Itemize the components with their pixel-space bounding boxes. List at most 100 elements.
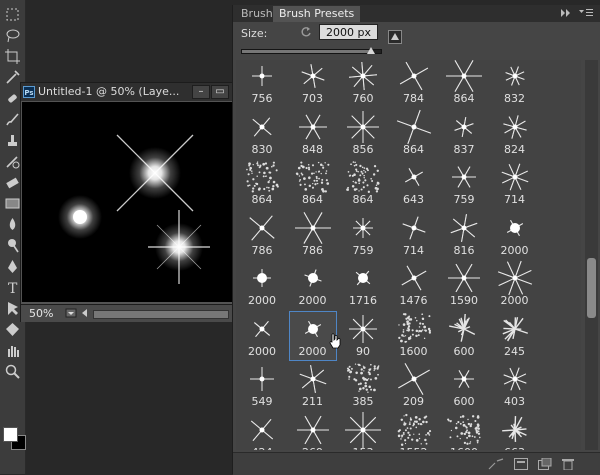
hand-tool-icon[interactable]: [4, 342, 21, 359]
toggle-brush-panel-icon[interactable]: [488, 458, 504, 470]
brush-preset[interactable]: 600: [440, 311, 488, 361]
brush-preset[interactable]: 832: [491, 60, 539, 108]
brush-preset[interactable]: 385: [339, 361, 387, 411]
brush-size-label: 1716: [339, 294, 387, 307]
brush-preset[interactable]: 2000: [238, 311, 286, 361]
eraser-tool-icon[interactable]: [4, 174, 21, 191]
brush-preset[interactable]: 830: [238, 109, 286, 159]
brush-preset[interactable]: 703: [289, 60, 337, 108]
brush-tool-icon[interactable]: [4, 111, 21, 128]
marquee-tool-icon[interactable]: [4, 6, 21, 23]
brush-preset[interactable]: 2000: [289, 260, 337, 310]
gradient-tool-icon[interactable]: [4, 195, 21, 212]
brush-preset[interactable]: 759: [440, 159, 488, 209]
blur-tool-icon[interactable]: [4, 216, 21, 233]
brush-preset[interactable]: 756: [238, 60, 286, 108]
brush-preset[interactable]: 856: [339, 109, 387, 159]
brush-preset[interactable]: 209: [390, 361, 438, 411]
brush-preset[interactable]: 864: [238, 159, 286, 209]
document-title-bar[interactable]: Ps Untitled-1 @ 50% (Laye... – ▭: [21, 83, 234, 101]
brush-preset[interactable]: 1716: [339, 260, 387, 310]
brush-preset[interactable]: 1476: [390, 260, 438, 310]
brush-preset[interactable]: 714: [491, 159, 539, 209]
tab-brush-presets[interactable]: Brush Presets: [273, 6, 360, 22]
brush-preset[interactable]: 2000: [238, 260, 286, 310]
brush-size-label: 856: [339, 143, 387, 156]
dodge-tool-icon[interactable]: [4, 237, 21, 254]
brush-size-label: 848: [289, 143, 337, 156]
brush-panel-icon[interactable]: [514, 458, 528, 470]
brush-preset[interactable]: 864: [289, 159, 337, 209]
brush-preset[interactable]: 786: [238, 210, 286, 260]
size-slider-thumb[interactable]: [367, 47, 375, 54]
brush-size-label: 703: [289, 92, 337, 105]
lasso-tool-icon[interactable]: [4, 27, 21, 44]
brush-preset[interactable]: 643: [390, 159, 438, 209]
delete-preset-icon[interactable]: [562, 458, 574, 470]
reset-size-icon[interactable]: [300, 26, 312, 38]
new-preset-icon[interactable]: [538, 458, 552, 470]
brush-preset[interactable]: 153: [339, 412, 387, 451]
scroll-left-icon[interactable]: [81, 309, 89, 317]
size-slider[interactable]: [241, 49, 382, 54]
brush-preset[interactable]: 600: [440, 361, 488, 411]
brush-preset[interactable]: 211: [289, 361, 337, 411]
panel-menu-icon[interactable]: [579, 8, 593, 18]
brush-preset[interactable]: 760: [339, 60, 387, 108]
restore-button[interactable]: ▭: [211, 85, 229, 99]
collapse-panel-icon[interactable]: [561, 9, 571, 17]
history-brush-icon[interactable]: [4, 153, 21, 170]
brush-tip-preview: [440, 210, 488, 246]
brush-preset[interactable]: 759: [339, 210, 387, 260]
brush-preset[interactable]: 864: [440, 60, 488, 108]
shape-tool-icon[interactable]: [4, 321, 21, 338]
brush-preset[interactable]: 824: [491, 109, 539, 159]
brush-preset[interactable]: 864: [390, 109, 438, 159]
brush-preview-toggle-icon[interactable]: [388, 30, 402, 44]
brush-preset[interactable]: 245: [491, 311, 539, 361]
brush-preset[interactable]: 714: [390, 210, 438, 260]
brush-preset[interactable]: 837: [440, 109, 488, 159]
brush-preset[interactable]: 786: [289, 210, 337, 260]
minimize-button[interactable]: –: [192, 85, 210, 99]
clone-stamp-icon[interactable]: [4, 132, 21, 149]
brush-preset[interactable]: 1552: [390, 412, 438, 451]
type-tool-icon[interactable]: T: [4, 279, 21, 296]
brush-tip-preview: [491, 361, 539, 397]
brush-preset[interactable]: 424: [238, 412, 286, 451]
healing-brush-icon[interactable]: [4, 90, 21, 107]
preset-scroll-thumb[interactable]: [587, 258, 596, 318]
zoom-level[interactable]: 50%: [29, 307, 53, 320]
size-input[interactable]: [319, 24, 378, 40]
eyedropper-tool-icon[interactable]: [4, 69, 21, 86]
brush-preset[interactable]: 784: [390, 60, 438, 108]
document-title: Untitled-1 @ 50% (Laye...: [38, 85, 179, 98]
brush-preset[interactable]: 816: [440, 210, 488, 260]
brush-preset[interactable]: 403: [491, 361, 539, 411]
status-menu-icon[interactable]: [65, 308, 77, 318]
brush-size-label: 211: [289, 395, 337, 408]
brush-preset[interactable]: 269: [289, 412, 337, 451]
pen-tool-icon[interactable]: [4, 258, 21, 275]
brush-preset[interactable]: 90: [339, 311, 387, 361]
brush-tip-preview: [339, 412, 387, 448]
brush-preset[interactable]: 1600: [390, 311, 438, 361]
brush-preset[interactable]: 663: [491, 412, 539, 451]
brush-size-label: 209: [390, 395, 438, 408]
brush-preset[interactable]: 1590: [440, 260, 488, 310]
foreground-color-swatch[interactable]: [3, 427, 18, 442]
preset-scrollbar[interactable]: [585, 60, 598, 450]
brush-preset[interactable]: 848: [289, 109, 337, 159]
brush-preset[interactable]: 549: [238, 361, 286, 411]
path-selection-icon[interactable]: [4, 300, 21, 317]
brush-preset[interactable]: 864: [339, 159, 387, 209]
zoom-tool-icon[interactable]: [4, 363, 21, 380]
horizontal-scrollbar[interactable]: [93, 310, 229, 319]
image-canvas[interactable]: [22, 102, 233, 302]
crop-tool-icon[interactable]: [4, 48, 21, 65]
brush-tip-preview: [339, 311, 387, 347]
brush-preset[interactable]: 1600: [440, 412, 488, 451]
brush-tip-preview: [440, 311, 488, 347]
brush-preset[interactable]: 2000: [491, 210, 539, 260]
brush-preset[interactable]: 2000: [491, 260, 539, 310]
